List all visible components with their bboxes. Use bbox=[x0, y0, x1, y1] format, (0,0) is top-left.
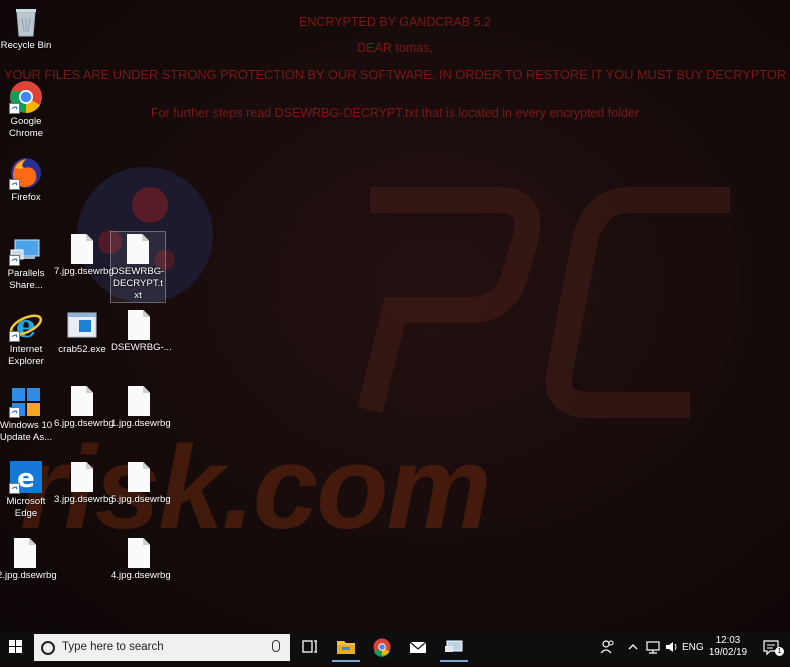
text-file-icon bbox=[127, 234, 149, 264]
notification-count-badge: 1 bbox=[775, 647, 784, 656]
file-4-label: 4.jpg.dsewrbg bbox=[111, 570, 171, 581]
recycle-bin-label: Recycle Bin bbox=[0, 40, 52, 51]
file-icon bbox=[14, 538, 36, 568]
speaker-icon bbox=[666, 642, 677, 652]
file-icon bbox=[128, 462, 150, 492]
decrypt-txt-label: DSEWRBG-DECRYPT.txt bbox=[111, 266, 165, 301]
desktop-icon-file-5[interactable]: 5.jpg.dsewrbg bbox=[111, 460, 171, 506]
task-view-button[interactable] bbox=[292, 632, 328, 662]
ransom-greeting: DEAR tomas, bbox=[357, 41, 433, 55]
desktop-icon-decrypt-txt[interactable]: DSEWRBG-DECRYPT.txt bbox=[110, 231, 166, 303]
microphone-icon[interactable] bbox=[272, 640, 280, 652]
desktop-icon-file-1[interactable]: 1.jpg.dsewrbg bbox=[111, 384, 171, 430]
recycle-bin-icon bbox=[9, 4, 43, 38]
taskbar-parallels[interactable] bbox=[436, 632, 472, 662]
firefox-icon bbox=[9, 156, 43, 190]
file-icon bbox=[128, 538, 150, 568]
desktop-icon-file-2[interactable]: 2.jpg.dsewrbg bbox=[0, 536, 57, 582]
desktop-icon-edge[interactable]: e Microsoft Edge bbox=[0, 460, 54, 520]
file-icon bbox=[128, 386, 150, 416]
windows-logo-icon bbox=[9, 640, 22, 653]
taskbar-search-box[interactable]: Type here to search bbox=[34, 634, 290, 661]
file-7-label: 7.jpg.dsewrbg bbox=[54, 266, 114, 277]
taskbar-clock[interactable]: 12:03 19/02/19 bbox=[704, 635, 752, 659]
ransom-title: ENCRYPTED BY GANDCRAB 5.2 bbox=[299, 15, 491, 29]
mail-icon bbox=[409, 641, 427, 653]
desktop-icon-chrome[interactable]: Google Chrome bbox=[0, 80, 54, 140]
volume-button[interactable] bbox=[664, 632, 680, 662]
clock-time: 12:03 bbox=[715, 635, 741, 646]
ransom-instructions: For further steps read DSEWRBG-DECRYPT.t… bbox=[150, 106, 640, 120]
desktop-icon-decrypt-short[interactable]: DSEWRBG-... bbox=[111, 308, 172, 354]
desktop-icon-file-4[interactable]: 4.jpg.dsewrbg bbox=[111, 536, 171, 582]
clock-date: 19/02/19 bbox=[708, 647, 748, 658]
chrome-icon bbox=[9, 80, 43, 114]
people-button[interactable] bbox=[598, 632, 618, 662]
internet-explorer-icon: e bbox=[9, 307, 43, 345]
file-icon bbox=[128, 310, 150, 340]
network-icon bbox=[646, 641, 660, 654]
internet-explorer-label: Internet Explorer bbox=[8, 344, 44, 367]
windows-update-icon bbox=[9, 384, 43, 418]
taskbar: Type here to search ENG 12:03 19/02/19 1 bbox=[0, 632, 790, 662]
edge-icon: e bbox=[9, 460, 43, 494]
windows-update-label: Windows 10 Update As... bbox=[0, 420, 53, 443]
people-icon bbox=[600, 640, 614, 654]
taskbar-mail[interactable] bbox=[400, 632, 436, 662]
cortana-circle-icon bbox=[41, 641, 55, 655]
shortcut-arrow-icon bbox=[9, 179, 20, 190]
desktop-icon-crab52-exe[interactable]: crab52.exe bbox=[54, 308, 110, 356]
file-5-label: 5.jpg.dsewrbg bbox=[111, 494, 171, 505]
language-indicator[interactable]: ENG bbox=[682, 642, 704, 654]
file-1-label: 1.jpg.dsewrbg bbox=[111, 418, 171, 429]
ransom-message: YOUR FILES ARE UNDER STRONG PROTECTION B… bbox=[3, 67, 787, 82]
desktop-icon-file-3[interactable]: 3.jpg.dsewrbg bbox=[54, 460, 114, 506]
parallels-share-icon bbox=[9, 232, 43, 266]
chevron-up-icon bbox=[628, 644, 638, 650]
action-center-button[interactable]: 1 bbox=[758, 632, 786, 662]
file-6-label: 6.jpg.dsewrbg bbox=[54, 418, 114, 429]
decrypt-short-label: DSEWRBG-... bbox=[111, 342, 172, 353]
network-button[interactable] bbox=[644, 632, 662, 662]
shortcut-arrow-icon bbox=[9, 483, 20, 494]
folder-icon bbox=[337, 641, 355, 654]
crab52-label: crab52.exe bbox=[58, 344, 106, 355]
file-icon bbox=[71, 234, 93, 264]
search-placeholder: Type here to search bbox=[62, 641, 164, 653]
file-icon bbox=[71, 386, 93, 416]
shortcut-arrow-icon bbox=[9, 407, 20, 418]
taskbar-file-explorer[interactable] bbox=[328, 632, 364, 662]
hidden-icons-button[interactable] bbox=[626, 632, 640, 662]
desktop-icon-file-6[interactable]: 6.jpg.dsewrbg bbox=[54, 384, 114, 430]
parallels-icon bbox=[445, 640, 463, 652]
chrome-icon bbox=[373, 638, 391, 657]
desktop-icon-recycle-bin[interactable]: Recycle Bin bbox=[0, 4, 54, 52]
file-icon bbox=[71, 462, 93, 492]
desktop-icon-file-7[interactable]: 7.jpg.dsewrbg bbox=[54, 232, 114, 278]
task-view-icon bbox=[302, 640, 317, 653]
firefox-label: Firefox bbox=[11, 192, 41, 203]
parallels-label: Parallels Share... bbox=[7, 268, 45, 291]
file-2-label: 2.jpg.dsewrbg bbox=[0, 570, 57, 581]
shortcut-arrow-icon bbox=[9, 255, 20, 266]
taskbar-chrome[interactable] bbox=[364, 632, 400, 662]
executable-icon bbox=[65, 308, 99, 342]
desktop-icon-parallels[interactable]: Parallels Share... bbox=[0, 232, 54, 292]
start-button[interactable] bbox=[0, 632, 32, 662]
shortcut-arrow-icon bbox=[9, 103, 20, 114]
desktop-icon-windows-update[interactable]: Windows 10 Update As... bbox=[0, 384, 54, 444]
shortcut-arrow-icon bbox=[9, 331, 20, 342]
desktop-icon-internet-explorer[interactable]: e Internet Explorer bbox=[0, 307, 54, 368]
edge-label: Microsoft Edge bbox=[6, 496, 46, 519]
pcrisk-watermark-logo bbox=[357, 187, 730, 418]
file-3-label: 3.jpg.dsewrbg bbox=[54, 494, 114, 505]
chrome-label: Google Chrome bbox=[8, 116, 44, 139]
desktop: risk.com ENCRYPTED BY GANDCRAB 5.2 DEAR … bbox=[0, 0, 790, 632]
desktop-icon-firefox[interactable]: Firefox bbox=[0, 156, 54, 204]
